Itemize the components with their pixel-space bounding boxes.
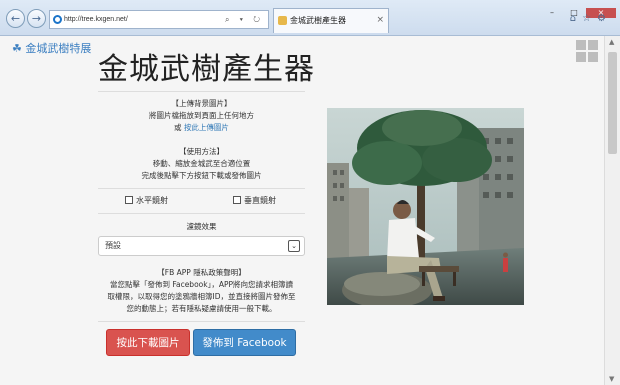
privacy-line1: 當您點擊「發佈到 Facebook」，APP將向您請求相簿讀	[109, 280, 294, 289]
upload-instructions: 將圖片檔拖放到頁面上任何地方	[149, 111, 254, 120]
preview-image[interactable]	[327, 108, 524, 305]
scroll-up-icon[interactable]: ▲	[609, 38, 614, 46]
gear-icon[interactable]: ⚙	[597, 13, 612, 24]
tree-icon: ☘	[12, 42, 22, 55]
preview-image-svg	[327, 108, 524, 305]
vertical-scrollbar[interactable]: ▲ ▼	[604, 36, 620, 385]
upload-or: 或	[174, 123, 182, 132]
download-button[interactable]: 按此下載圖片	[106, 329, 190, 356]
filter-select[interactable]: 預設 ⌄	[98, 236, 305, 256]
page-title: 金城武樹產生器	[98, 52, 315, 87]
publish-facebook-button[interactable]: 發佈到 Facebook	[193, 329, 296, 356]
privacy-heading: 【FB APP 隱私政策聲明】	[157, 268, 246, 277]
back-icon[interactable]: ←	[6, 9, 25, 28]
tab-active[interactable]: 金城武樹產生器 ×	[273, 8, 389, 33]
usage-heading: 【使用方法】	[179, 147, 224, 156]
upload-link[interactable]: 按此上傳圖片	[184, 123, 229, 132]
ie-icon	[53, 15, 62, 24]
upload-section: 【上傳背景圖片】 將圖片檔拖放到頁面上任何地方 或 按此上傳圖片	[98, 98, 305, 134]
checkbox-box[interactable]	[125, 196, 133, 204]
privacy-section: 【FB APP 隱私政策聲明】 當您點擊「發佈到 Facebook」，APP將向…	[98, 267, 305, 315]
address-bar[interactable]: http://tree.kxgen.net/ ⌕ ▾ ↻	[49, 10, 269, 29]
usage-line1: 移動、縮放金城武至合適位置	[152, 159, 251, 168]
filter-label: 濾鏡效果	[186, 222, 217, 231]
usage-line2: 完成後點擊下方按鈕下載或發佈圖片	[141, 171, 262, 180]
grid-menu-icon[interactable]	[576, 40, 598, 62]
forward-icon[interactable]: →	[27, 9, 46, 28]
checkbox-box[interactable]	[233, 196, 241, 204]
filter-selected-value: 預設	[105, 241, 121, 250]
window-controls: – □ ×	[540, 0, 616, 18]
privacy-line2: 取權限，以取得您的塗鴉牆相簿ID，並直接將圖片發佈至	[107, 292, 296, 301]
chevron-down-icon[interactable]: ⌄	[288, 240, 300, 252]
divider	[98, 213, 305, 214]
brand-label: 金城武樹特展	[25, 42, 92, 55]
tab-close-icon[interactable]: ×	[376, 9, 384, 32]
divider	[98, 91, 305, 92]
upload-heading: 【上傳背景圖片】	[171, 99, 232, 108]
tab-favicon-icon	[278, 16, 287, 25]
vertical-flip-checkbox[interactable]: 垂直鏡射	[233, 195, 276, 206]
horizontal-flip-checkbox[interactable]: 水平鏡射	[125, 195, 168, 206]
privacy-line3: 您的動態上；若有隱私疑慮請使用一般下載。	[126, 304, 277, 313]
address-url: http://tree.kxgen.net/	[64, 16, 128, 23]
star-icon[interactable]: ☆	[582, 13, 597, 24]
page-content: ☘ 金城武樹特展 金城武樹產生器 【上傳背景圖片】 將圖片檔拖放到頁面上任何地方…	[0, 36, 604, 385]
scrollbar-thumb[interactable]	[608, 52, 617, 154]
horizontal-flip-label: 水平鏡射	[136, 196, 168, 205]
vertical-flip-label: 垂直鏡射	[244, 196, 276, 205]
tab-title: 金城武樹產生器	[290, 16, 346, 25]
usage-section: 【使用方法】 移動、縮放金城武至合適位置 完成後點擊下方按鈕下載或發佈圖片	[98, 146, 305, 182]
brand-link[interactable]: ☘ 金城武樹特展	[12, 40, 91, 56]
address-tools[interactable]: ⌕ ▾ ↻	[225, 11, 264, 28]
minimize-button[interactable]: –	[542, 8, 562, 18]
browser-chrome: ← → http://tree.kxgen.net/ ⌕ ▾ ↻ 金城武樹產生器…	[0, 0, 620, 36]
browser-toolbar-icons: ⌂☆⚙	[570, 13, 612, 24]
divider	[98, 188, 305, 189]
scroll-down-icon[interactable]: ▼	[609, 375, 614, 383]
home-icon[interactable]: ⌂	[570, 13, 582, 24]
divider	[98, 321, 305, 322]
